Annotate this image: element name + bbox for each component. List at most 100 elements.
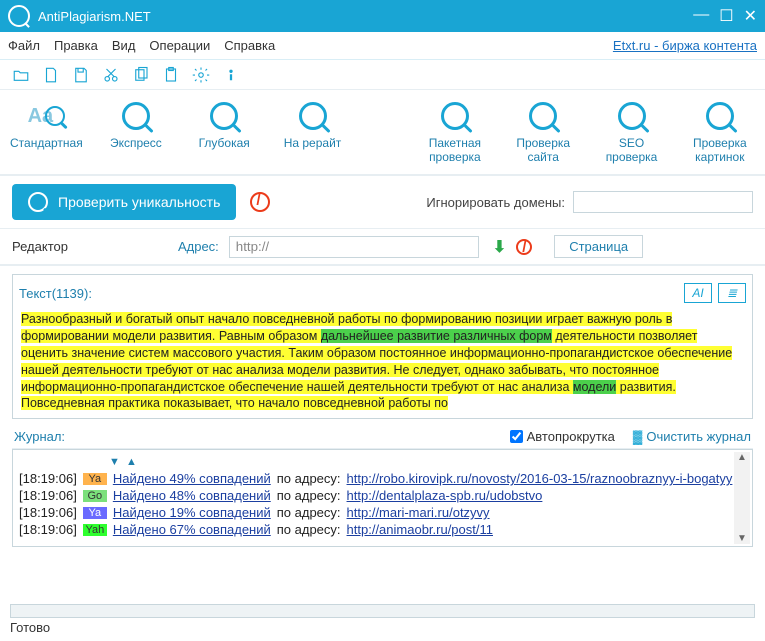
mode-standard[interactable]: Aa Стандартная bbox=[10, 98, 83, 164]
toolbar bbox=[0, 60, 765, 90]
mode-seo-label1: SEO bbox=[619, 136, 644, 150]
list-tool-icon[interactable]: ≣ bbox=[718, 283, 746, 303]
progress-bar bbox=[10, 604, 755, 618]
log-url[interactable]: http://mari-mari.ru/otzyvy bbox=[347, 505, 490, 520]
mode-seo-label2: проверка bbox=[606, 150, 658, 164]
loupe-icon bbox=[28, 192, 48, 212]
autoscroll-checkbox[interactable] bbox=[510, 430, 523, 443]
menu-help[interactable]: Справка bbox=[224, 38, 275, 53]
text-panel: Текст(1139): AI ≣ Разнообразный и богаты… bbox=[12, 274, 753, 419]
mode-images[interactable]: Проверка картинок bbox=[685, 98, 755, 164]
autoscroll-label: Автопрокрутка bbox=[527, 429, 615, 444]
loupe-icon bbox=[529, 102, 557, 130]
page-tab[interactable]: Страница bbox=[554, 235, 643, 258]
address-input[interactable] bbox=[229, 236, 479, 258]
menubar: Файл Правка Вид Операции Справка Etxt.ru… bbox=[0, 32, 765, 60]
menu-operations[interactable]: Операции bbox=[149, 38, 210, 53]
mode-batch-label1: Пакетная bbox=[429, 136, 481, 150]
loupe-icon bbox=[299, 102, 327, 130]
journal-label: Журнал: bbox=[14, 429, 65, 444]
mode-seo[interactable]: SEO проверка bbox=[596, 98, 666, 164]
mode-express-label: Экспресс bbox=[110, 136, 162, 150]
loupe-icon bbox=[706, 102, 734, 130]
cancel-icon[interactable] bbox=[516, 239, 532, 255]
text-seg: дальнейшее развитие различных форм bbox=[321, 329, 552, 343]
log-row: [18:19:06]YaНайдено 49% совпадений по ад… bbox=[19, 470, 746, 487]
menu-view[interactable]: Вид bbox=[112, 38, 136, 53]
open-icon[interactable] bbox=[12, 66, 30, 84]
sort-arrows[interactable]: ▼ ▲ bbox=[19, 454, 746, 470]
log-row: [18:19:06] Ya Найдено 19% совпадений по ад… bbox=[19, 504, 746, 521]
log-found[interactable]: Найдено 48% совпадений bbox=[113, 488, 271, 503]
clear-journal-button[interactable]: ▓ Очистить журнал bbox=[633, 429, 751, 444]
format-tool-icon[interactable]: AI bbox=[684, 283, 712, 303]
mode-site-label1: Проверка bbox=[516, 136, 570, 150]
brush-icon: ▓ bbox=[633, 429, 642, 444]
text-content[interactable]: Разнообразный и богатый опыт начало повс… bbox=[19, 309, 746, 414]
mode-deep-label: Глубокая bbox=[199, 136, 250, 150]
statusbar: Готово bbox=[0, 600, 765, 641]
stop-icon[interactable] bbox=[250, 192, 270, 212]
check-uniqueness-button[interactable]: Проверить уникальность bbox=[12, 184, 236, 220]
autoscroll-toggle[interactable]: Автопрокрутка bbox=[510, 429, 615, 444]
engine-badge: Ya bbox=[83, 507, 107, 519]
log-ts: [18:19:06] bbox=[19, 471, 77, 486]
new-icon[interactable] bbox=[42, 66, 60, 84]
mode-site[interactable]: Проверка сайта bbox=[508, 98, 578, 164]
address-label: Адрес: bbox=[178, 239, 219, 254]
text-count-label: Текст(1139): bbox=[19, 286, 92, 301]
log-row: [18:19:06]YahНайдено 67% совпадений по а… bbox=[19, 521, 746, 538]
engine-badge: Go bbox=[83, 490, 107, 502]
loupe-icon bbox=[210, 102, 238, 130]
log-url[interactable]: http://dentalplaza-spb.ru/udobstvo bbox=[347, 488, 543, 503]
menu-edit[interactable]: Правка bbox=[54, 38, 98, 53]
download-icon[interactable]: ⬇ bbox=[493, 237, 506, 257]
mode-buttons: Aa Стандартная Экспресс Глубокая На рера… bbox=[0, 90, 765, 176]
journal-log: ▼ ▲ [18:19:06] Ya Найдено 49% совпадений п… bbox=[12, 449, 753, 547]
engine-badge: Ya bbox=[83, 473, 107, 485]
status-text: Готово bbox=[0, 620, 765, 641]
loupe-icon bbox=[122, 102, 150, 130]
mode-rewrite[interactable]: На рерайт bbox=[277, 98, 347, 164]
mode-deep[interactable]: Глубокая bbox=[189, 98, 259, 164]
mode-batch[interactable]: Пакетная проверка bbox=[420, 98, 490, 164]
log-found[interactable]: Найдено 49% совпадений bbox=[113, 471, 271, 486]
ignore-domains-input[interactable] bbox=[573, 191, 753, 213]
log-url[interactable]: http://animaobr.ru/post/11 bbox=[347, 522, 493, 537]
info-icon[interactable] bbox=[222, 66, 240, 84]
log-ts: [18:19:06] bbox=[19, 522, 77, 537]
clear-journal-label: Очистить журнал bbox=[646, 429, 751, 444]
log-url[interactable]: http://robo.kirovipk.ru/novosty/2016-03-… bbox=[347, 471, 733, 486]
log-found[interactable]: Найдено 67% совпадений bbox=[113, 522, 271, 537]
text-seg: модели bbox=[573, 380, 616, 394]
save-icon[interactable] bbox=[72, 66, 90, 84]
log-ts: [18:19:06] bbox=[19, 505, 77, 520]
menu-file[interactable]: Файл bbox=[8, 38, 40, 53]
mode-standard-label: Стандартная bbox=[10, 136, 83, 150]
engine-badge: Yah bbox=[83, 524, 107, 536]
address-row: Редактор Адрес: ⬇ Страница bbox=[0, 229, 765, 266]
loupe-icon bbox=[45, 106, 65, 126]
close-button[interactable]: ✕ bbox=[744, 6, 757, 26]
log-at: по адресу: bbox=[277, 505, 341, 520]
paste-icon[interactable] bbox=[162, 66, 180, 84]
loupe-icon bbox=[618, 102, 646, 130]
log-at: по адресу: bbox=[277, 488, 341, 503]
loupe-icon bbox=[441, 102, 469, 130]
settings-icon[interactable] bbox=[192, 66, 210, 84]
etxt-link[interactable]: Etxt.ru - биржа контента bbox=[613, 38, 757, 53]
log-found[interactable]: Найдено 19% совпадений bbox=[113, 505, 271, 520]
journal-header: Журнал: Автопрокрутка ▓ Очистить журнал bbox=[12, 425, 753, 449]
mode-express[interactable]: Экспресс bbox=[101, 98, 171, 164]
mode-site-label2: сайта bbox=[527, 150, 558, 164]
mode-rewrite-label: На рерайт bbox=[284, 136, 342, 150]
copy-icon[interactable] bbox=[132, 66, 150, 84]
maximize-button[interactable]: ☐ bbox=[719, 6, 733, 26]
cut-icon[interactable] bbox=[102, 66, 120, 84]
scrollbar[interactable]: ▲▼ bbox=[734, 452, 750, 544]
action-row: Проверить уникальность Игнорировать доме… bbox=[0, 176, 765, 229]
editor-label: Редактор bbox=[12, 239, 68, 254]
ignore-domains-label: Игнорировать домены: bbox=[426, 195, 565, 210]
minimize-button[interactable]: — bbox=[693, 6, 709, 26]
app-title: AntiPlagiarism.NET bbox=[38, 9, 151, 24]
